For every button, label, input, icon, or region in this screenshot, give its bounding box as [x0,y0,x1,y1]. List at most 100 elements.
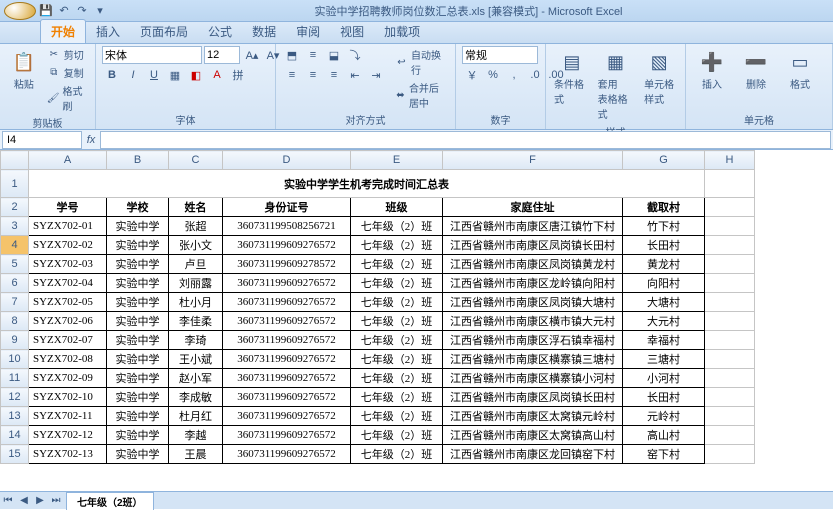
table-cell[interactable]: 360731199508256721 [223,217,351,236]
phonetic-button[interactable]: 拼 [228,66,248,84]
table-cell[interactable]: 七年级（2）班 [351,445,443,464]
delete-cells-button[interactable]: ➖删除 [736,46,776,93]
ribbon-tab-7[interactable]: 加载项 [374,20,430,43]
row-header[interactable]: 12 [1,388,29,407]
underline-button[interactable]: U [144,66,164,84]
table-cell[interactable]: 王小斌 [169,350,223,369]
table-cell[interactable]: 江西省赣州市南康区太窝镇元岭村 [443,407,623,426]
table-cell[interactable]: 江西省赣州市南康区凤岗镇大塘村 [443,293,623,312]
table-cell[interactable]: 竹下村 [623,217,705,236]
table-cell[interactable]: SYZX702-08 [29,350,107,369]
table-cell[interactable]: 实验中学 [107,445,169,464]
table-header-cell[interactable]: 学校 [107,198,169,217]
table-cell[interactable]: 实验中学 [107,331,169,350]
ribbon-tab-4[interactable]: 数据 [242,20,286,43]
cell[interactable] [705,293,755,312]
table-cell[interactable]: 实验中学 [107,293,169,312]
table-cell[interactable]: 实验中学 [107,255,169,274]
table-cell[interactable]: 李佳柔 [169,312,223,331]
table-header-cell[interactable]: 家庭住址 [443,198,623,217]
worksheet-grid[interactable]: ABCDEFGH1实验中学学生机考完成时间汇总表2学号学校姓名身份证号班级家庭住… [0,150,833,491]
table-cell[interactable]: 刘丽露 [169,274,223,293]
cell[interactable] [705,426,755,445]
table-cell[interactable]: 幸福村 [623,331,705,350]
table-cell[interactable]: 张超 [169,217,223,236]
insert-cells-button[interactable]: ➕插入 [692,46,732,93]
table-cell[interactable]: 七年级（2）班 [351,426,443,445]
cell[interactable] [705,236,755,255]
table-cell[interactable]: 赵小军 [169,369,223,388]
table-header-cell[interactable]: 班级 [351,198,443,217]
table-cell[interactable]: 李琦 [169,331,223,350]
table-cell[interactable]: 360731199609276572 [223,312,351,331]
align-bottom-icon[interactable]: ⬓ [324,46,344,64]
col-header[interactable]: H [705,151,755,170]
table-cell[interactable]: SYZX702-11 [29,407,107,426]
wrap-text-button[interactable]: ↩自动换行 [394,46,449,78]
row-header[interactable]: 13 [1,407,29,426]
sheet-title-cell[interactable]: 实验中学学生机考完成时间汇总表 [29,170,705,198]
ribbon-tab-5[interactable]: 审阅 [286,20,330,43]
table-cell[interactable]: 长田村 [623,236,705,255]
table-cell[interactable]: 江西省赣州市南康区唐江镇竹下村 [443,217,623,236]
cell[interactable] [705,445,755,464]
table-cell[interactable]: 实验中学 [107,312,169,331]
table-cell[interactable]: 三塘村 [623,350,705,369]
table-cell[interactable]: SYZX702-10 [29,388,107,407]
table-cell[interactable]: SYZX702-04 [29,274,107,293]
row-header[interactable]: 7 [1,293,29,312]
inc-decimal-icon[interactable]: .0 [525,66,545,84]
cell[interactable] [705,312,755,331]
table-cell[interactable]: 李成敏 [169,388,223,407]
table-cell[interactable]: 360731199609276572 [223,369,351,388]
table-cell[interactable]: SYZX702-09 [29,369,107,388]
row-header[interactable]: 6 [1,274,29,293]
table-cell[interactable]: 实验中学 [107,350,169,369]
table-cell[interactable]: 实验中学 [107,426,169,445]
format-table-button[interactable]: ▦套用 表格格式 [596,46,636,123]
cell[interactable] [705,350,755,369]
table-cell[interactable]: 360731199609276572 [223,293,351,312]
table-cell[interactable]: 小河村 [623,369,705,388]
row-header[interactable]: 8 [1,312,29,331]
table-cell[interactable]: 张小文 [169,236,223,255]
copy-button[interactable]: ⧉复制 [46,64,89,81]
name-box[interactable] [2,131,82,149]
cell[interactable] [705,217,755,236]
table-cell[interactable]: SYZX702-07 [29,331,107,350]
table-cell[interactable]: 大塘村 [623,293,705,312]
table-cell[interactable]: 实验中学 [107,217,169,236]
col-header[interactable]: B [107,151,169,170]
ribbon-tab-0[interactable]: 开始 [40,19,86,43]
table-cell[interactable]: 江西省赣州市南康区龙岭镇向阳村 [443,274,623,293]
table-cell[interactable]: 高山村 [623,426,705,445]
table-cell[interactable]: 七年级（2）班 [351,407,443,426]
cell[interactable] [705,369,755,388]
table-cell[interactable]: 实验中学 [107,369,169,388]
table-cell[interactable]: 实验中学 [107,274,169,293]
table-cell[interactable]: SYZX702-13 [29,445,107,464]
paste-button[interactable]: 📋 粘贴 [6,46,42,93]
select-all-corner[interactable] [1,151,29,170]
merge-center-button[interactable]: ⬌合并后居中 [394,79,449,111]
table-cell[interactable]: 360731199609276572 [223,331,351,350]
table-cell[interactable]: 江西省赣州市南康区凤岗镇黄龙村 [443,255,623,274]
table-cell[interactable]: 七年级（2）班 [351,293,443,312]
col-header[interactable]: D [223,151,351,170]
cell-styles-button[interactable]: ▧单元格 样式 [639,46,679,108]
cell[interactable] [705,407,755,426]
table-cell[interactable]: 杜小月 [169,293,223,312]
indent-inc-icon[interactable]: ⇥ [366,66,386,84]
table-cell[interactable]: SYZX702-12 [29,426,107,445]
table-cell[interactable]: 七年级（2）班 [351,388,443,407]
tab-nav-first-icon[interactable]: ⏮ [0,493,16,509]
row-header[interactable]: 4 [1,236,29,255]
align-top-icon[interactable]: ⬒ [282,46,302,64]
table-cell[interactable]: 360731199609278572 [223,255,351,274]
table-header-cell[interactable]: 身份证号 [223,198,351,217]
table-cell[interactable]: SYZX702-05 [29,293,107,312]
table-cell[interactable]: 江西省赣州市南康区浮石镇幸福村 [443,331,623,350]
cell[interactable] [705,255,755,274]
table-cell[interactable]: 江西省赣州市南康区凤岗镇长田村 [443,388,623,407]
table-cell[interactable]: 360731199609276572 [223,236,351,255]
